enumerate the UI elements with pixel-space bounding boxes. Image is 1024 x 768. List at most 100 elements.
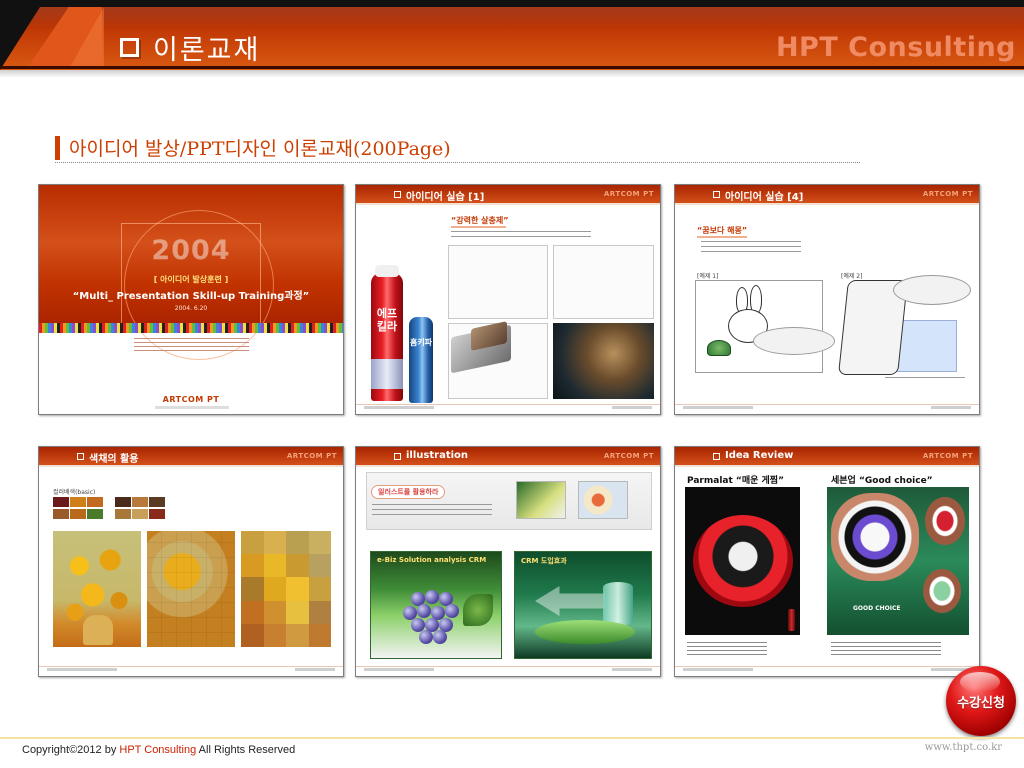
crm-illustration-panel: CRM 도입효과 bbox=[514, 551, 652, 659]
website-url[interactable]: www.thpt.co.kr bbox=[925, 742, 1002, 753]
slide-title: 아이디어 실습 [1] bbox=[406, 192, 485, 203]
enroll-button-label: 수강신청 bbox=[957, 695, 1005, 711]
cover-title: “Multi_ Presentation Skill-up Training과정… bbox=[72, 291, 310, 302]
color-swatch bbox=[132, 497, 148, 507]
footer-divider bbox=[0, 737, 1024, 739]
copyright-suffix: All Rights Reserved bbox=[196, 744, 296, 756]
can-cap bbox=[375, 265, 399, 277]
sunflower-painting-pixelated bbox=[241, 531, 331, 647]
can-label-blue: 홈키파 bbox=[409, 338, 433, 347]
slide-footer bbox=[675, 666, 979, 676]
insecticide-can-blue: 홈키파 bbox=[409, 317, 433, 403]
slide-title: illustration bbox=[406, 450, 469, 461]
slide-footer bbox=[356, 404, 660, 414]
cylinder-illustration bbox=[603, 582, 633, 626]
slide-body-text-lines bbox=[701, 241, 801, 256]
slide-footer bbox=[356, 666, 660, 676]
cover-color-stripes bbox=[39, 323, 343, 333]
slide-brand: ARTCOM PT bbox=[603, 190, 654, 198]
slide-brand: ARTCOM PT bbox=[922, 452, 973, 460]
color-swatch bbox=[87, 509, 103, 519]
cover-tag: [ 아이디어 발상훈련 ] bbox=[153, 275, 229, 284]
section-heading-text: 아이디어 발상/PPT디자인 이론교재(200Page) bbox=[69, 138, 451, 160]
ad-title-a: Parmalat “매운 게찜” bbox=[687, 476, 784, 486]
cover-date: 2004. 6.20 bbox=[174, 305, 208, 312]
example-label-b: [예제 2] bbox=[841, 273, 863, 280]
color-swatch bbox=[70, 509, 86, 519]
color-swatch bbox=[53, 497, 69, 507]
slide-brand: ARTCOM PT bbox=[286, 452, 337, 460]
can-label: 에프 킬라 bbox=[376, 307, 398, 333]
illustration-example-a bbox=[516, 481, 566, 519]
color-swatch bbox=[149, 509, 165, 519]
checkbox-square-icon bbox=[713, 191, 720, 198]
arrow-illustration bbox=[535, 586, 605, 616]
slide-thumbnail-idea-practice-4[interactable]: 아이디어 실습 [4] ARTCOM PT “꿈보다 해몽” [예제 1] [예… bbox=[674, 184, 980, 415]
slide-title-bar: illustration ARTCOM PT bbox=[356, 447, 660, 467]
grape-illustration-panel: e-Biz Solution analysis CRM bbox=[370, 551, 502, 659]
source-text-line bbox=[885, 377, 965, 380]
ad-title-b: 세븐업 “Good choice” bbox=[831, 476, 933, 486]
slide-thumbnail-cover[interactable]: 2004 [ 아이디어 발상훈련 ] “Multi_ Presentation … bbox=[38, 184, 344, 415]
header-top-line bbox=[0, 0, 1024, 7]
cover-brand: ARTCOM PT bbox=[162, 395, 220, 404]
copyright-prefix: Copyright©2012 by bbox=[22, 744, 120, 756]
empty-panel-b bbox=[553, 245, 654, 319]
illustration-pill: 일러스트를 활용하라 bbox=[371, 485, 446, 499]
color-swatch bbox=[70, 497, 86, 507]
checkbox-square-icon bbox=[77, 453, 84, 460]
heading-underline bbox=[451, 226, 506, 228]
sevenup-ad-image: GOOD CHOICE bbox=[827, 487, 969, 635]
heading-accent-bar bbox=[55, 135, 60, 160]
slide-thumbnail-idea-review[interactable]: Idea Review ARTCOM PT Parmalat “매운 게찜” 세… bbox=[674, 446, 980, 677]
slide-title-bar: 아이디어 실습 [4] ARTCOM PT bbox=[675, 185, 979, 205]
palette-label: 컬러배색(basic) bbox=[53, 489, 96, 496]
slide-heading: “강력한 살충제” bbox=[451, 216, 509, 225]
slide-title-bar: 아이디어 실습 [1] ARTCOM PT bbox=[356, 185, 660, 205]
color-swatch bbox=[115, 509, 131, 519]
copyright-brand: HPT Consulting bbox=[119, 744, 197, 756]
empty-panel-a bbox=[448, 245, 548, 319]
cloud-shape-b bbox=[893, 275, 971, 305]
slide-title-bar: Idea Review ARTCOM PT bbox=[675, 447, 979, 467]
color-swatch bbox=[87, 497, 103, 507]
can-band bbox=[371, 359, 403, 389]
badge-shine bbox=[960, 672, 1000, 692]
slide-title: 아이디어 실습 [4] bbox=[725, 192, 804, 203]
illustration-example-b bbox=[578, 481, 628, 519]
cloud-shape bbox=[753, 327, 835, 355]
slide-title-bar: 색채의 활용 ARTCOM PT bbox=[39, 447, 343, 467]
panel-heading: CRM 도입효과 bbox=[521, 557, 567, 565]
slide-thumbnail-idea-practice-1[interactable]: 아이디어 실습 [1] ARTCOM PT “강력한 살충제” 에프 킬라 홈키… bbox=[355, 184, 661, 415]
panel-heading: e-Biz Solution analysis CRM bbox=[377, 556, 487, 564]
color-swatch bbox=[53, 509, 69, 519]
section-heading: 아이디어 발상/PPT디자인 이론교재(200Page) bbox=[55, 133, 860, 163]
color-swatch bbox=[132, 509, 148, 519]
slide-body-text-lines bbox=[451, 231, 591, 241]
copyright-text: Copyright©2012 by HPT Consulting All Rig… bbox=[22, 744, 295, 756]
disc-illustration bbox=[535, 620, 635, 644]
slide-title: 색채의 활용 bbox=[89, 454, 139, 465]
slide-footer bbox=[39, 666, 343, 676]
turtle-drawing bbox=[707, 340, 731, 356]
header-sheen bbox=[0, 7, 1024, 27]
slide-body-text-lines bbox=[372, 504, 492, 518]
header-shadow bbox=[0, 70, 1024, 78]
leaf-shape bbox=[463, 594, 493, 626]
enroll-button[interactable]: 수강신청 bbox=[946, 666, 1016, 736]
example-label-a: [예제 1] bbox=[697, 273, 719, 280]
slide-thumbnail-illustration[interactable]: illustration ARTCOM PT 일러스트를 활용하라 e-Biz … bbox=[355, 446, 661, 677]
slide-brand: ARTCOM PT bbox=[922, 190, 973, 198]
slide-footer bbox=[675, 404, 979, 414]
page-title: 이론교재 bbox=[153, 34, 261, 66]
color-swatch bbox=[115, 497, 131, 507]
slide-title: Idea Review bbox=[725, 450, 794, 461]
ad-caption-b bbox=[831, 642, 941, 656]
slide-heading: “꿈보다 해몽” bbox=[697, 226, 748, 235]
slide-thumbnail-color-usage[interactable]: 색채의 활용 ARTCOM PT 컬러배색(basic) bbox=[38, 446, 344, 677]
cover-small-text-lines bbox=[134, 338, 249, 354]
cover-year: 2004 bbox=[151, 235, 231, 266]
heading-underline bbox=[697, 236, 747, 238]
cover-copyright-line bbox=[155, 406, 229, 409]
header-banner: 이론교재 HPT Consulting bbox=[0, 0, 1024, 70]
